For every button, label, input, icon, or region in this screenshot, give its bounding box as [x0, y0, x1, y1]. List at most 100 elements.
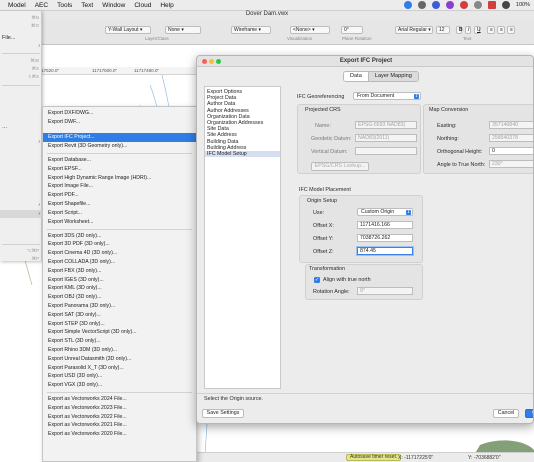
export-rhino-item[interactable]: Export Rhino 3DM (3D only)...	[43, 346, 196, 355]
nav-ifc-model-setup[interactable]: IFC Model Setup	[205, 151, 280, 158]
export-obj-item[interactable]: Export OBJ (3D only)...	[43, 293, 196, 302]
export-iges-item[interactable]: Export IGES (3D only)...	[43, 276, 196, 285]
export-image-file-item[interactable]: Export Image File...	[43, 182, 196, 191]
file-menu-item[interactable]: ›	[0, 42, 42, 50]
render-mode-select[interactable]: Wireframe ▾	[231, 26, 271, 34]
export-panorama-item[interactable]: Export Panorama (3D only)...	[43, 302, 196, 311]
menu-help[interactable]: Help	[160, 2, 173, 9]
record-icon[interactable]	[487, 1, 496, 9]
export-collada-item[interactable]: Export COLLADA (3D only)...	[43, 258, 196, 267]
menu-model[interactable]: Model	[8, 2, 26, 9]
menu-window[interactable]: Window	[102, 2, 125, 9]
menu-cloud[interactable]: Cloud	[134, 2, 151, 9]
sync-icon[interactable]	[417, 1, 426, 9]
font-size-select[interactable]: 12	[436, 26, 450, 34]
export-vgx-item[interactable]: Export VGX (3D only)...	[43, 381, 196, 390]
file-menu-item[interactable]: …	[0, 123, 42, 131]
export-kml-item[interactable]: Export KML (3D only)...	[43, 284, 196, 293]
geodetic-datum-field[interactable]: NAD83(2011)	[355, 134, 417, 142]
italic-button[interactable]: I	[465, 26, 471, 34]
file-menu-item[interactable]: ⌘W	[0, 57, 42, 65]
export-script-item[interactable]: Export Script...	[43, 209, 196, 218]
app-icon[interactable]	[445, 1, 454, 9]
tab-data[interactable]: Data	[344, 72, 369, 81]
export-stl-item[interactable]: Export STL (3D only)...	[43, 337, 196, 346]
export-datasmith-item[interactable]: Export Unreal Datasmith (3D only)...	[43, 355, 196, 364]
crs-lookup-button[interactable]: EPSG/CRS Lookup...	[311, 162, 369, 171]
file-menu-item[interactable]: ⌘S	[0, 65, 42, 73]
wifi-icon[interactable]	[501, 1, 510, 9]
export-vw2024-item[interactable]: Export as Vectorworks 2024 File...	[43, 395, 196, 404]
file-menu-item[interactable]: ⌘N	[0, 14, 42, 22]
export-epsf-item[interactable]: Export EPSF...	[43, 165, 196, 174]
easting-field[interactable]: 357146840	[489, 121, 533, 129]
export-shapefile-item[interactable]: Export Shapefile...	[43, 200, 196, 209]
export-pdf-item[interactable]: Export PDF...	[43, 191, 196, 200]
layout-select[interactable]: Y-Wall Layout ▾	[105, 26, 151, 34]
export-worksheet-item[interactable]: Export Worksheet...	[43, 218, 196, 227]
menu-tools[interactable]: Tools	[57, 2, 72, 9]
file-menu-item-import[interactable]: ›	[0, 138, 42, 146]
file-menu-item-page-setup[interactable]: ⌥⌘P	[0, 247, 42, 255]
align-center-button[interactable]: ≡	[497, 26, 505, 34]
export-3ds-item[interactable]: Export 3DS (3D only)...	[43, 232, 196, 241]
bold-button[interactable]: B	[456, 26, 463, 34]
northing-field[interactable]: 258540378	[489, 134, 533, 142]
export-vw2020-item[interactable]: Export as Vectorworks 2020 File...	[43, 430, 196, 439]
close-window-icon[interactable]	[202, 59, 207, 64]
offset-y-field[interactable]: 7038726.262	[357, 234, 413, 242]
export-parasolid-item[interactable]: Export Parasolid X_T (3D only)...	[43, 364, 196, 373]
dropbox-icon[interactable]	[403, 1, 412, 9]
menu-aec[interactable]: AEC	[35, 2, 48, 9]
zoom-window-icon[interactable]	[216, 59, 221, 64]
export-database-item[interactable]: Export Database...	[43, 156, 196, 165]
file-menu-item[interactable]: File...	[0, 34, 42, 42]
font-select[interactable]: Arial Regular ▾	[395, 26, 433, 34]
export-usd-item[interactable]: Export USD (3D only)...	[43, 372, 196, 381]
export-fbx-item[interactable]: Export FBX (3D only)...	[43, 267, 196, 276]
vpn-icon[interactable]	[431, 1, 440, 9]
file-menu-item-print[interactable]: ⌘P	[0, 255, 42, 263]
offset-z-field[interactable]: 874.45	[357, 247, 413, 255]
export-sat-item[interactable]: Export SAT (3D only)...	[43, 311, 196, 320]
export-ifc-project-item[interactable]: Export IFC Project...	[43, 133, 196, 142]
export-vw2022-item[interactable]: Export as Vectorworks 2022 File...	[43, 413, 196, 422]
file-menu-item-export[interactable]: ›	[0, 210, 42, 218]
georeferencing-select[interactable]: From Document ⇕	[353, 92, 421, 100]
export-vw2023-item[interactable]: Export as Vectorworks 2023 File...	[43, 404, 196, 413]
rotation-angle-field[interactable]: 0°	[357, 287, 413, 295]
file-menu-item[interactable]: ›	[0, 201, 42, 209]
angle-true-north-field[interactable]: 230°	[489, 160, 533, 168]
export-vw2021-item[interactable]: Export as Vectorworks 2021 File...	[43, 421, 196, 430]
offset-x-field[interactable]: 1171416.166	[357, 221, 413, 229]
crs-name-field[interactable]: EPSG:6593 NAD83(	[355, 121, 417, 129]
plane-select[interactable]: <None> ▾	[290, 26, 330, 34]
export-dxf-dwg-item[interactable]: Export DXF/DWG...	[43, 109, 196, 118]
file-menu-item[interactable]: ⇧⌘S	[0, 73, 42, 81]
orthogonal-height-field[interactable]: 0	[489, 147, 533, 155]
align-true-north-checkbox[interactable]: ✓	[314, 277, 320, 283]
align-right-button[interactable]: ≡	[507, 26, 515, 34]
export-step-item[interactable]: Export STEP (3D only)...	[43, 320, 196, 329]
class-select[interactable]: None ▾	[165, 26, 201, 34]
export-dwf-item[interactable]: Export DWF...	[43, 118, 196, 127]
keyboard-icon[interactable]	[473, 1, 482, 9]
underline-button[interactable]: U	[474, 26, 481, 34]
align-left-button[interactable]: ≡	[487, 26, 495, 34]
tab-layer-mapping[interactable]: Layer Mapping	[368, 72, 418, 81]
cancel-button[interactable]: Cancel	[493, 409, 519, 418]
file-menu-item[interactable]: ⌘O	[0, 22, 42, 30]
menu-text[interactable]: Text	[81, 2, 93, 9]
export-vectorscript-item[interactable]: Export Simple VectorScript (3D only)...	[43, 328, 196, 337]
export-hdri-item[interactable]: Export High Dynamic Range Image (HDRI)..…	[43, 174, 196, 183]
save-settings-button[interactable]: Save Settings	[202, 409, 244, 418]
ok-button[interactable]: OK	[525, 409, 533, 418]
export-revit-item[interactable]: Export Revit (3D Geometry only)...	[43, 142, 196, 151]
mail-icon[interactable]	[459, 1, 468, 9]
export-cinema4d-item[interactable]: Export Cinema 4D (3D only)...	[43, 249, 196, 258]
minimize-window-icon[interactable]	[209, 59, 214, 64]
vertical-datum-field[interactable]	[355, 147, 417, 155]
plane-angle-field[interactable]: 0°	[341, 26, 363, 34]
origin-source-select[interactable]: Custom Origin ⇕	[357, 208, 413, 216]
export-3d-pdf-item[interactable]: Export 3D PDF (3D only)...	[43, 240, 196, 249]
